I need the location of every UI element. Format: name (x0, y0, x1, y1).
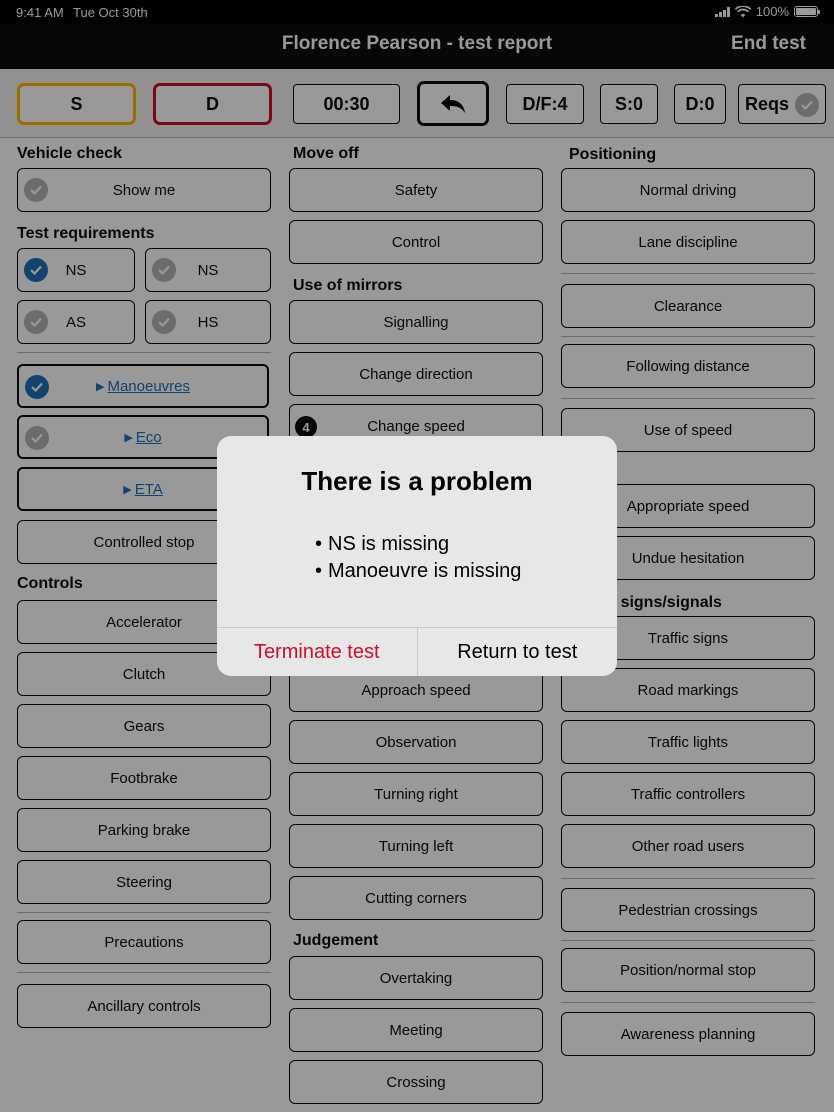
return-to-test-button[interactable]: Return to test (418, 628, 618, 676)
alert-message: NS is missing (315, 531, 521, 558)
problem-alert-dialog: There is a problem NS is missing Manoeuv… (217, 436, 617, 676)
alert-actions: Terminate test Return to test (217, 627, 617, 676)
alert-title: There is a problem (301, 466, 533, 496)
alert-message: Manoeuvre is missing (315, 558, 521, 585)
terminate-test-button[interactable]: Terminate test (217, 628, 418, 676)
alert-message-list: NS is missing Manoeuvre is missing (315, 531, 521, 585)
